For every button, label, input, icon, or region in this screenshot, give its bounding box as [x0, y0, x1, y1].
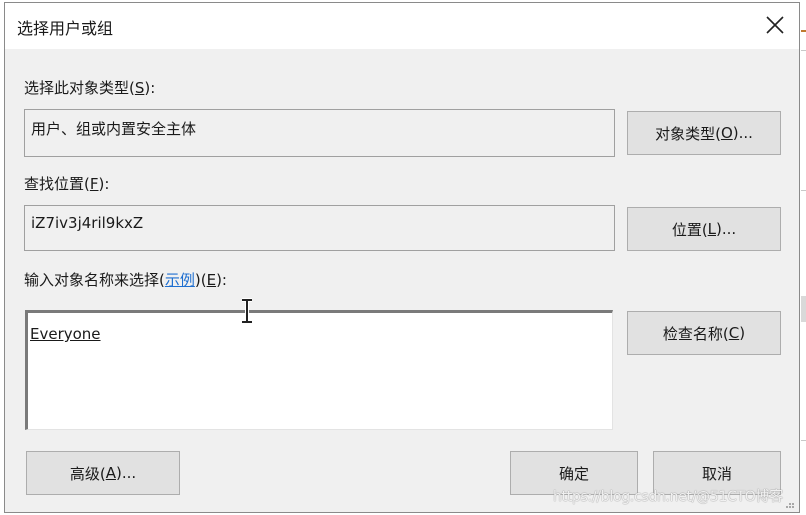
locations-button-text: 位置( [671, 220, 708, 239]
select-users-or-groups-dialog: 选择用户或组 选择此对象类型(S): 用户、组或内置安全主体 对象类型(O)..… [4, 2, 800, 513]
object-type-label-suffix: ): [144, 79, 156, 97]
object-names-label-mid: )( [194, 271, 207, 289]
object-type-label-text: 选择此对象类型( [24, 79, 135, 97]
advanced-button[interactable]: 高级(A)... [26, 451, 180, 495]
location-value: iZ7iv3j4ril9kxZ [31, 214, 144, 232]
resolved-name-entry[interactable]: Everyone [30, 325, 101, 343]
check-names-button-suffix: ) [739, 324, 746, 342]
title-bar: 选择用户或组 [5, 3, 799, 49]
location-label-text: 查找位置( [24, 175, 90, 193]
object-names-accel: E [206, 271, 217, 289]
object-type-label: 选择此对象类型(S): [24, 77, 155, 98]
object-names-label-text: 输入对象名称来选择( [24, 271, 165, 289]
object-type-accel: S [134, 79, 145, 97]
object-names-label: 输入对象名称来选择(示例)(E): [24, 269, 227, 290]
locations-button-suffix: )... [716, 220, 737, 238]
locations-accel: L [707, 220, 717, 238]
background-window-edge [801, 0, 806, 515]
location-field: iZ7iv3j4ril9kxZ [24, 205, 615, 251]
advanced-accel: A [105, 464, 116, 482]
object-type-value: 用户、组或内置安全主体 [31, 120, 197, 138]
location-label-suffix: ): [98, 175, 110, 193]
dialog-title: 选择用户或组 [17, 19, 114, 38]
object-type-field: 用户、组或内置安全主体 [24, 109, 615, 157]
advanced-button-text: 高级( [69, 464, 106, 483]
ok-button-label: 确定 [558, 464, 589, 483]
background-divider [801, 50, 806, 51]
location-label: 查找位置(F): [24, 173, 109, 194]
check-names-button[interactable]: 检查名称(C) [627, 311, 781, 355]
check-names-accel: C [728, 324, 740, 342]
watermark: https://blog.csdn.net/@51CTO博客 [553, 489, 783, 505]
object-types-button[interactable]: 对象类型(O)... [627, 111, 781, 155]
examples-link[interactable]: 示例 [165, 271, 195, 289]
check-names-button-text: 检查名称( [662, 324, 729, 343]
resize-grip-icon[interactable] [785, 499, 795, 509]
object-names-input[interactable]: Everyone [25, 310, 613, 430]
advanced-button-suffix: )... [115, 464, 137, 482]
object-types-button-suffix: )... [732, 124, 753, 142]
location-accel: F [89, 175, 99, 193]
cancel-button-label: 取消 [701, 464, 732, 483]
text-cursor-icon [242, 298, 252, 324]
object-names-label-suffix: ): [216, 271, 227, 289]
background-divider [801, 190, 806, 191]
background-divider [801, 440, 806, 441]
object-types-accel: O [720, 124, 733, 142]
close-icon [766, 16, 784, 34]
background-fragment [801, 296, 806, 322]
close-button[interactable] [755, 5, 795, 45]
locations-button[interactable]: 位置(L)... [627, 207, 781, 251]
object-types-button-text: 对象类型( [655, 124, 721, 143]
background-fragment [801, 30, 806, 32]
